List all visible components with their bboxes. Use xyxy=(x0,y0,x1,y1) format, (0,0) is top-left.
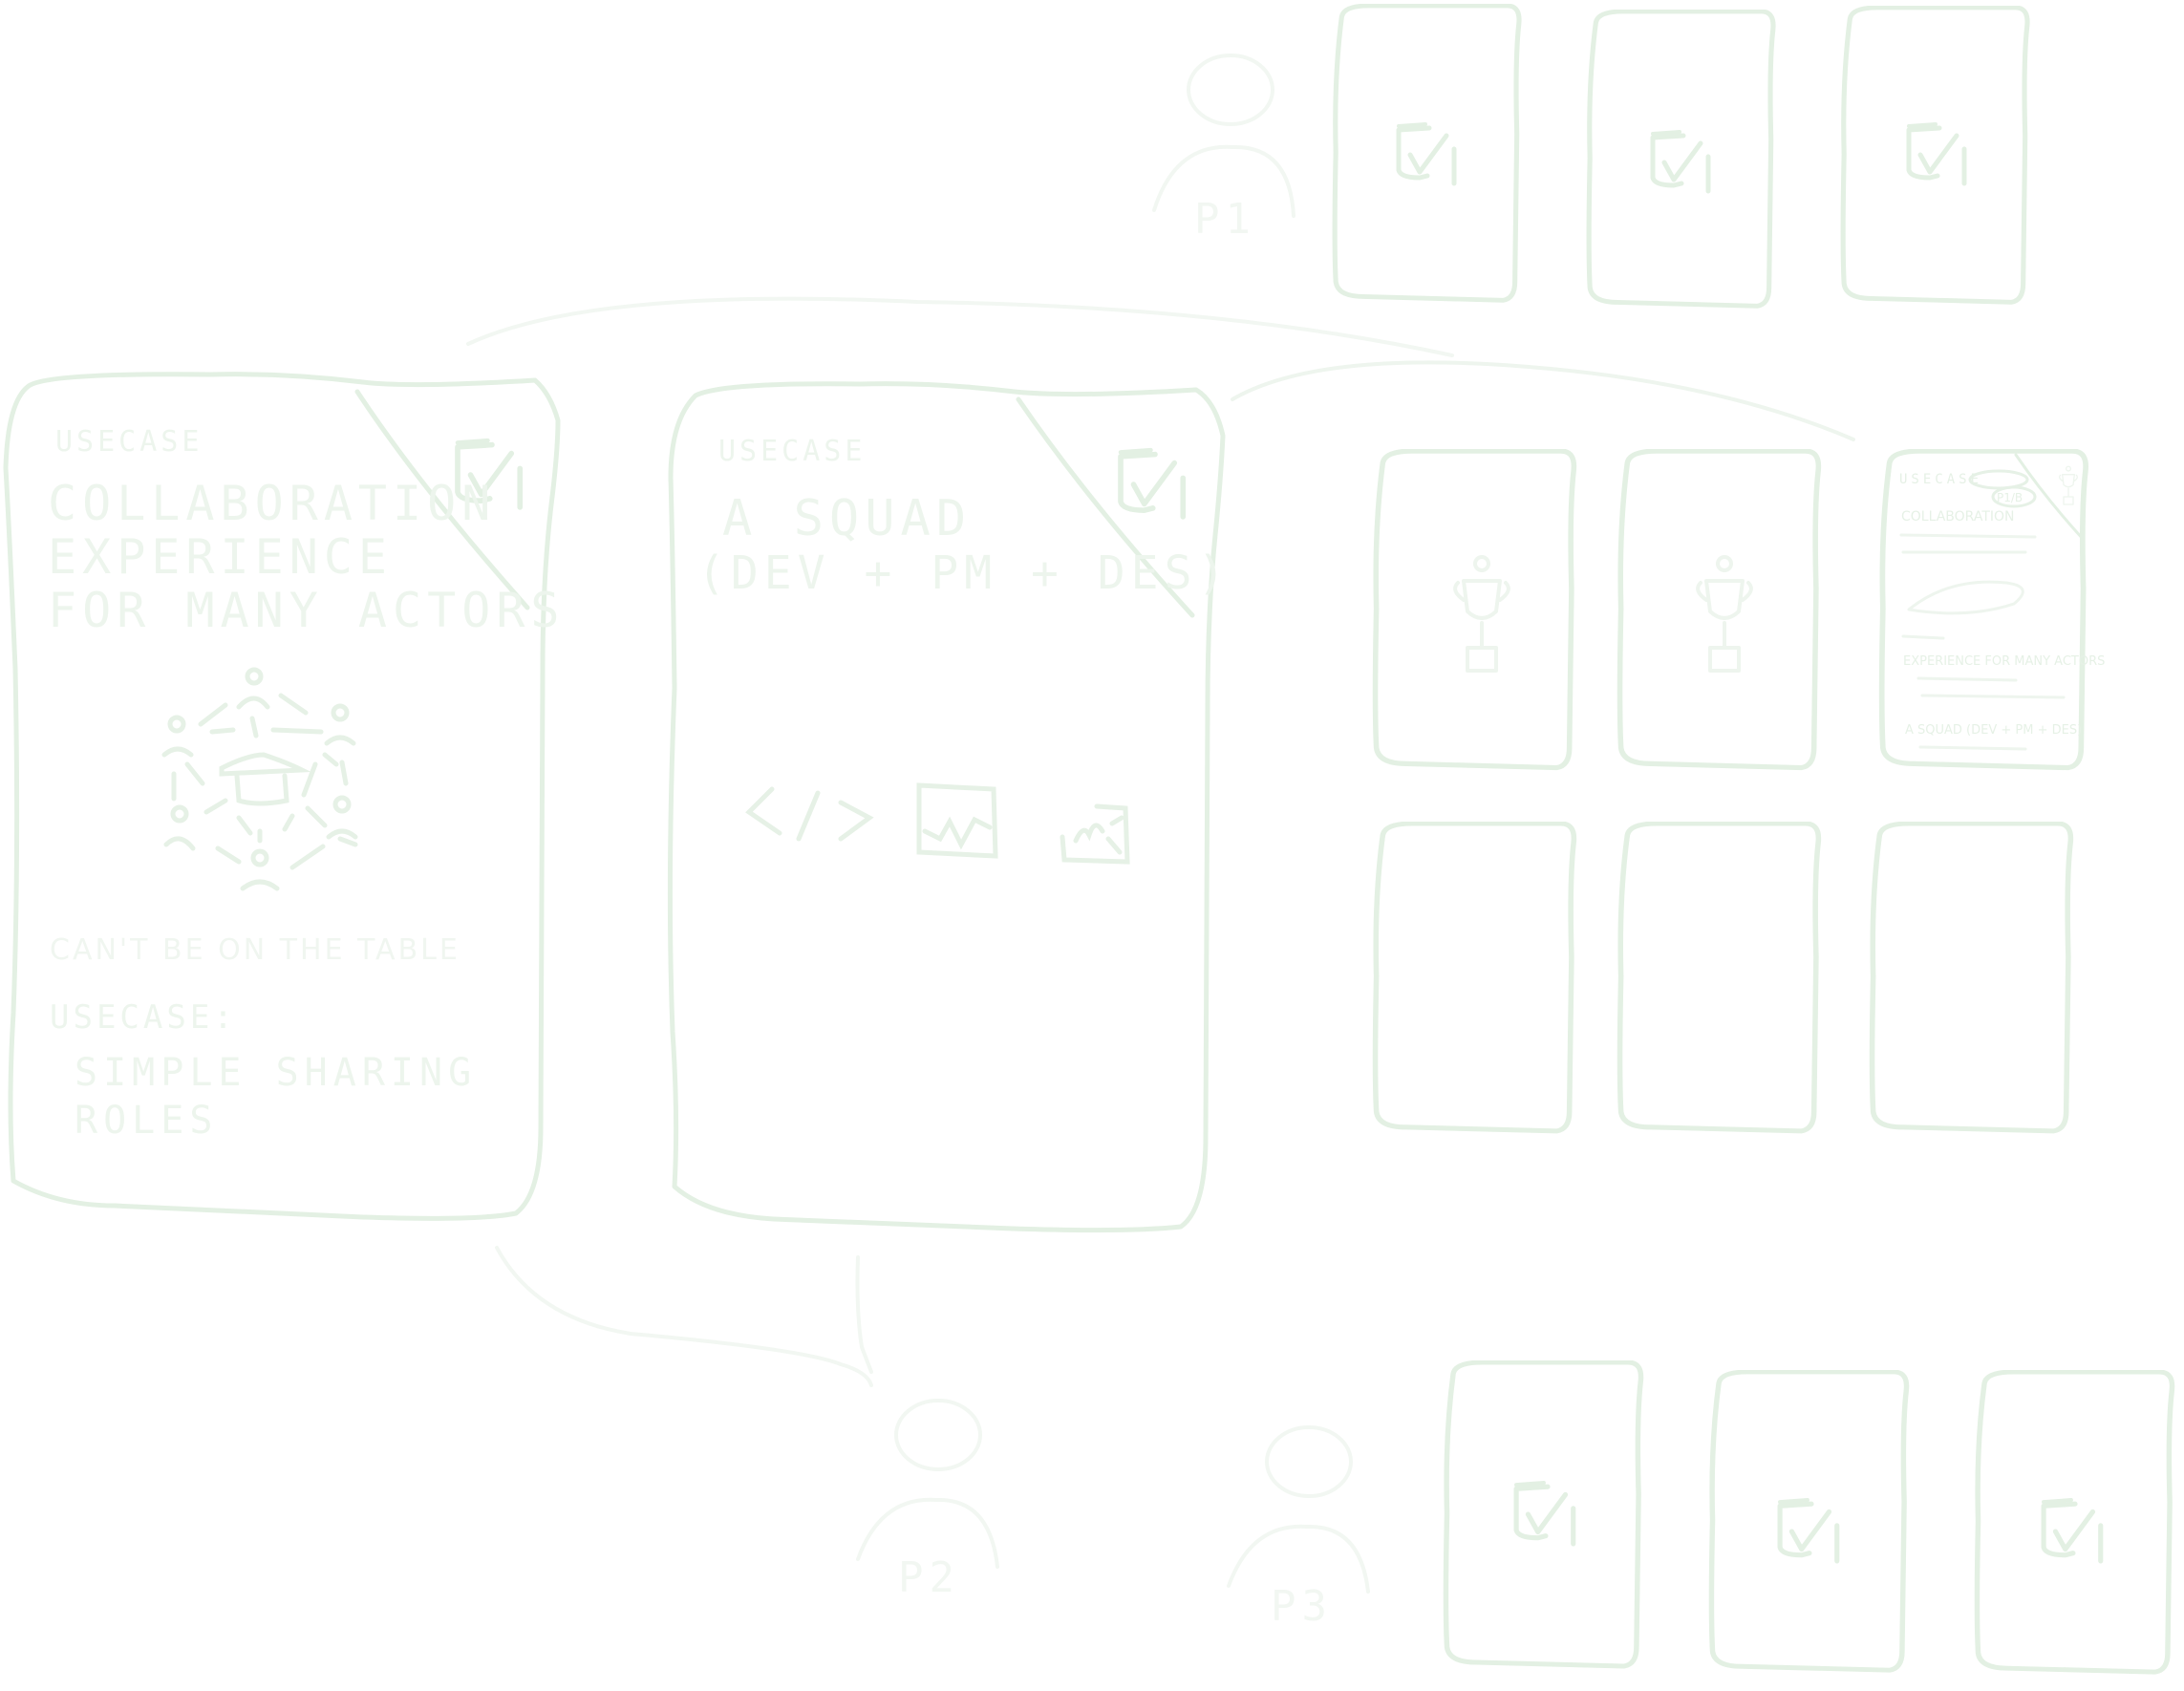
scribble-lines xyxy=(1899,533,2037,554)
scribble-lines xyxy=(1916,676,2066,699)
checkbox-checked-icon xyxy=(1780,1500,1837,1561)
checkbox-card[interactable] xyxy=(1843,8,2027,302)
connector-lines xyxy=(466,296,1855,1387)
trophy-card[interactable] xyxy=(1376,451,1574,767)
sketch-icon xyxy=(1060,803,1130,865)
persona-p1[interactable]: P1 xyxy=(1152,54,1295,244)
scribble-lines xyxy=(1901,634,1945,640)
persona-p2[interactable]: P2 xyxy=(856,1399,999,1602)
card-sub-line-1: SIMPLE SHARING xyxy=(75,1051,477,1095)
empty-card[interactable] xyxy=(1873,824,2071,1131)
checkbox-checked-icon xyxy=(1399,124,1454,183)
card-title-line-1: A SQUAD xyxy=(722,490,972,547)
persona-label: P3 xyxy=(1271,1582,1333,1631)
chart-icon xyxy=(916,782,998,859)
card-sub-label: USECASE: xyxy=(50,998,237,1037)
trophy-icon xyxy=(2058,465,2079,505)
persona-label: P1 xyxy=(1194,195,1256,244)
pill-label: P1/B xyxy=(1997,491,2023,504)
persona-label: P2 xyxy=(898,1553,960,1602)
checkbox-checked-icon[interactable] xyxy=(1121,450,1183,517)
whiteboard-canvas: P1 USECASE COLLABORATION EXPERIENCE FOR … xyxy=(3,0,2184,1691)
checkbox-card[interactable] xyxy=(1335,6,1519,300)
usecase-card-squad[interactable]: USECASE A SQUAD (DEV + PM + DES) xyxy=(667,381,1231,1233)
usecase-card-collaboration[interactable]: USECASE COLLABORATION EXPERIENCE FOR MAN… xyxy=(3,372,566,1221)
empty-card-row xyxy=(1376,824,2071,1131)
mini-usecase-card[interactable]: USECASE P1/B COLLABORATION EXPERIENCE FO… xyxy=(1882,451,2106,767)
trophy-icon xyxy=(1453,555,1510,673)
card-title-line-1: COLLABORATION xyxy=(48,476,496,531)
checkbox-checked-icon xyxy=(2044,1500,2101,1561)
checkbox-checked-icon xyxy=(1909,124,1964,183)
mini-line-2: EXPERIENCE FOR MANY ACTORS xyxy=(1903,654,2105,669)
checkbox-card[interactable] xyxy=(1711,1372,1906,1670)
empty-card[interactable] xyxy=(1620,824,1819,1131)
checkbox-checked-icon xyxy=(1516,1483,1574,1544)
card-title-line-2: (DEV + PM + DES) xyxy=(697,546,1231,600)
mini-line-3: A SQUAD (DEV + PM + DES) xyxy=(1905,723,2082,738)
trophy-icon xyxy=(1696,555,1753,673)
trophy-card[interactable] xyxy=(1620,451,1819,767)
card-title-line-2: EXPERIENCE xyxy=(48,529,393,585)
card-title-line-3: FOR MANY ACTORS xyxy=(48,583,566,638)
scribble-lines xyxy=(1918,745,2027,751)
top-card-row xyxy=(1335,6,2027,306)
trophy-card-row: USECASE P1/B COLLABORATION EXPERIENCE FO… xyxy=(1376,451,2106,767)
persona-head-icon xyxy=(1187,54,1274,126)
code-icon xyxy=(745,786,874,842)
card-sub-line-2: ROLES xyxy=(75,1099,218,1143)
checkbox-card[interactable] xyxy=(1977,1372,2172,1672)
persona-p3[interactable]: P3 xyxy=(1227,1425,1370,1631)
scribble-shape xyxy=(1907,580,2024,615)
card-label: USECASE xyxy=(718,435,866,468)
mini-line-1: COLLABORATION xyxy=(1901,509,2015,524)
bottom-card-row xyxy=(1445,1362,2172,1672)
checkbox-card[interactable] xyxy=(1589,11,1773,306)
persona-head-icon xyxy=(1265,1425,1353,1498)
card-label: USECASE xyxy=(55,425,203,459)
empty-card[interactable] xyxy=(1376,824,1574,1131)
checkbox-checked-icon xyxy=(1653,132,1708,191)
card-note: CAN'T BE ON THE TABLE xyxy=(50,933,460,967)
persona-head-icon xyxy=(894,1399,982,1471)
group-collaboration-icon xyxy=(161,667,358,891)
checkbox-card[interactable] xyxy=(1445,1362,1640,1666)
